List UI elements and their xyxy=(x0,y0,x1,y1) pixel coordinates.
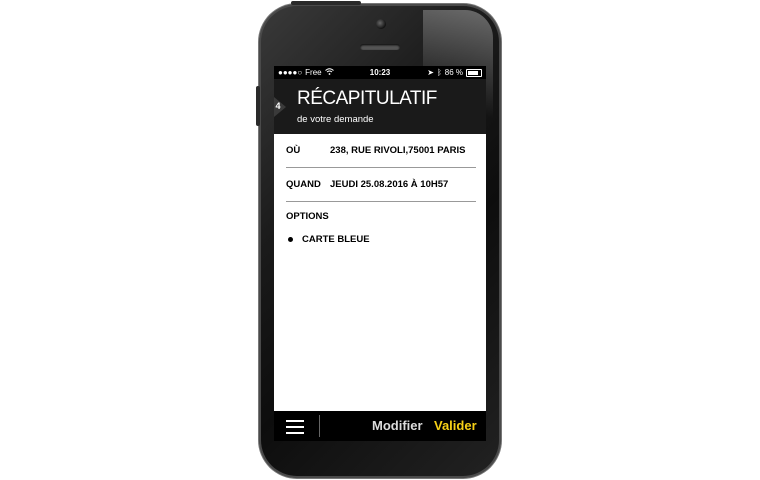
hamburger-icon-line xyxy=(286,432,304,434)
battery-icon xyxy=(466,68,482,77)
hamburger-icon-line xyxy=(286,426,304,428)
battery-percent: 86 % xyxy=(444,68,463,77)
page-header: 4 RÉCAPITULATIF de votre demande xyxy=(274,79,486,134)
status-right: ➤ ᛒ 86 % xyxy=(427,66,482,79)
page-title: RÉCAPITULATIF xyxy=(297,88,437,109)
when-row: QUAND JEUDI 25.08.2016 À 10H57 xyxy=(286,168,476,202)
where-row: OÙ 238, RUE RIVOLI,75001 PARIS xyxy=(286,134,476,168)
step-number: 4 xyxy=(275,101,281,111)
when-value: JEUDI 25.08.2016 À 10H57 xyxy=(330,179,449,190)
page-subtitle: de votre demande xyxy=(297,114,374,125)
validate-button[interactable]: Valider xyxy=(434,418,477,433)
power-button xyxy=(291,1,361,5)
option-label: CARTE BLEUE xyxy=(302,234,370,245)
speaker-grille xyxy=(360,44,400,50)
when-label: QUAND xyxy=(286,179,321,190)
list-item: CARTE BLEUE xyxy=(286,234,476,245)
hamburger-icon xyxy=(286,420,304,422)
status-bar: ●●●●○ Free 10:23 ➤ ᛒ 86 % xyxy=(274,66,486,79)
phone-screen: ●●●●○ Free 10:23 ➤ ᛒ 86 % 4 RÉCAPITULATI… xyxy=(274,66,486,441)
bluetooth-icon: ᛒ xyxy=(436,68,442,77)
modify-button[interactable]: Modifier xyxy=(372,418,423,433)
bottom-bar: Modifier Valider xyxy=(274,411,486,441)
summary-content: OÙ 238, RUE RIVOLI,75001 PARIS QUAND JEU… xyxy=(286,134,476,245)
camera-icon xyxy=(376,19,386,29)
bullet-icon xyxy=(288,237,293,242)
volume-button xyxy=(256,86,260,126)
where-label: OÙ xyxy=(286,145,301,156)
options-title: OPTIONS xyxy=(286,211,329,222)
where-value: 238, RUE RIVOLI,75001 PARIS xyxy=(330,145,466,156)
menu-button[interactable] xyxy=(286,419,304,435)
divider xyxy=(319,415,320,437)
location-icon: ➤ xyxy=(427,68,434,77)
